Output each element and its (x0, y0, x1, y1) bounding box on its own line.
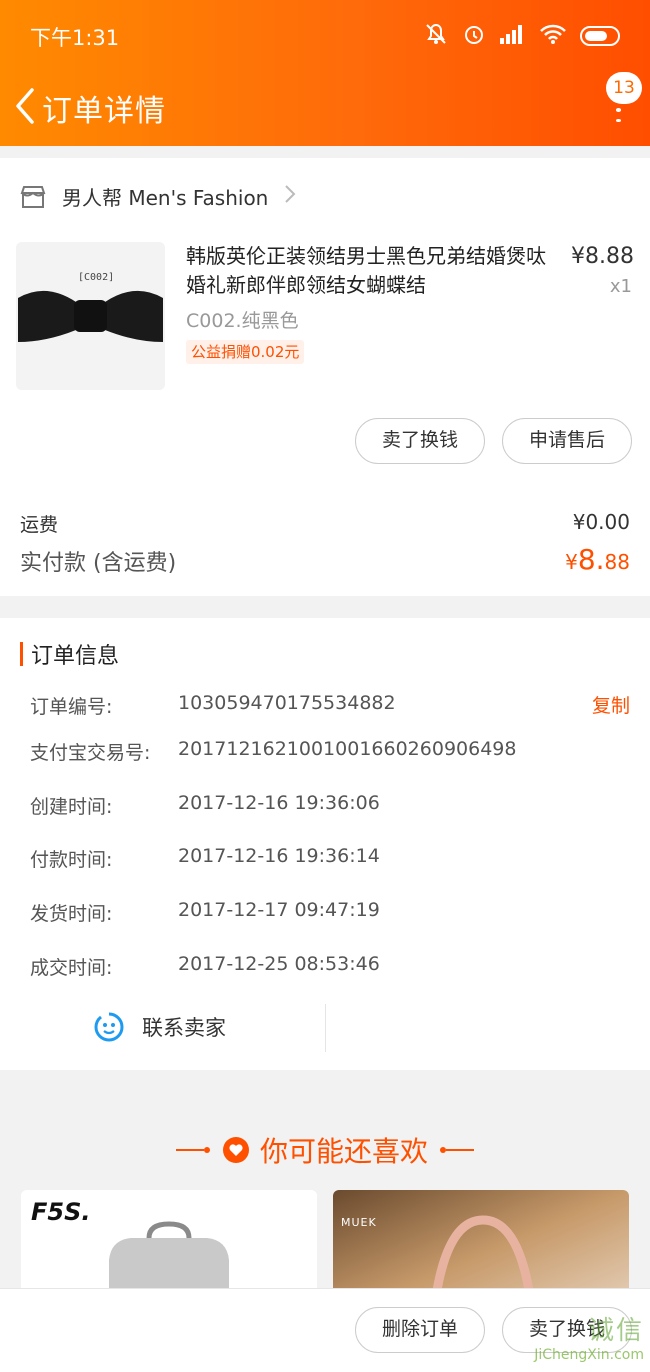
info-key: 支付宝交易号: (30, 742, 151, 764)
paid-label: 实付款 (含运费) (20, 551, 177, 576)
apply-after-sale-button[interactable]: 申请售后 (502, 418, 632, 464)
contact-seller-button[interactable]: 联系卖家 (92, 1010, 226, 1044)
vertical-divider (325, 1004, 326, 1052)
message-count-badge[interactable]: 13 (606, 72, 642, 104)
product-quantity: x1 (609, 276, 632, 297)
order-info-card (0, 618, 650, 1070)
brand-logo-f5s: F5S. (31, 1198, 91, 1226)
wifi-icon (540, 24, 566, 48)
paid-int: 8. (577, 543, 605, 576)
signal-icon (500, 24, 526, 48)
product-title[interactable]: 韩版英伦正装领结男士黑色兄弟结婚煲呔婚礼新郎伴郎领结女蝴蝶结 (186, 242, 548, 300)
header: 下午1:31 订单详情 13 (0, 0, 650, 146)
decor-line-left (175, 1149, 204, 1151)
shop-name: 男人帮 Men's Fashion (62, 186, 269, 210)
info-value: 2017-12-25 08:53:46 (178, 953, 380, 975)
info-value: 103059470175534882 (178, 692, 396, 714)
contact-seller-label: 联系卖家 (142, 1016, 226, 1040)
status-time: 下午1:31 (30, 26, 120, 50)
decor-dot-left (203, 1147, 210, 1153)
order-info-title: 订单信息 (31, 644, 120, 669)
page-title: 订单详情 (42, 94, 166, 129)
brand-logo-muek: MUEK (341, 1216, 377, 1229)
paid-amount: ¥8.88 (565, 543, 630, 576)
order-info-header: 订单信息 (20, 638, 119, 670)
product-image-label: [C002] (78, 272, 115, 283)
paid-decimal: 88 (604, 550, 630, 574)
back-arrow-icon[interactable] (12, 86, 38, 126)
product-price: ¥8.88 (571, 244, 634, 269)
product-sku: C002.纯黑色 (186, 310, 299, 332)
status-bar: 下午1:31 (0, 0, 650, 70)
watermark: 诚信 JiChengXin.com (534, 1310, 644, 1363)
info-key: 发货时间: (30, 903, 113, 925)
mute-icon (424, 22, 448, 50)
delete-order-button[interactable]: 删除订单 (355, 1307, 485, 1353)
alarm-icon (462, 22, 486, 50)
charity-tag: 公益捐赠0.02元 (186, 340, 305, 364)
product-image[interactable]: [C002] (16, 242, 165, 390)
recommend-title: 你可能还喜欢 (259, 1135, 428, 1168)
shop-row[interactable]: 男人帮 Men's Fashion (20, 182, 296, 211)
info-key: 付款时间: (30, 849, 113, 871)
shipping-label: 运费 (20, 514, 59, 536)
info-key: 创建时间: (30, 796, 113, 818)
nav-bar: 订单详情 (0, 80, 650, 136)
chevron-right-icon (284, 184, 296, 210)
info-value: 2017121621001001660260906498 (178, 738, 517, 760)
recommend-title-row: 你可能还喜欢 (0, 1130, 650, 1170)
shop-icon (20, 185, 46, 209)
watermark-cn: 诚信 (587, 1316, 644, 1346)
chat-face-icon (92, 1010, 126, 1044)
info-value: 2017-12-16 19:36:06 (178, 792, 380, 814)
battery-icon (580, 26, 620, 46)
sell-for-cash-button[interactable]: 卖了换钱 (355, 418, 485, 464)
paid-currency: ¥ (565, 550, 578, 574)
info-value: 2017-12-17 09:47:19 (178, 899, 380, 921)
heart-icon (222, 1136, 250, 1164)
info-key: 订单编号: (30, 696, 113, 718)
info-key: 成交时间: (30, 957, 113, 979)
section-accent-bar (20, 642, 23, 666)
watermark-en: JiChengXin.com (534, 1347, 644, 1363)
copy-order-number-button[interactable]: 复制 (592, 691, 630, 718)
decor-line-right (446, 1149, 474, 1151)
shipping-value: ¥0.00 (572, 510, 630, 534)
status-icons (424, 22, 620, 50)
info-value: 2017-12-16 19:36:14 (178, 845, 380, 867)
